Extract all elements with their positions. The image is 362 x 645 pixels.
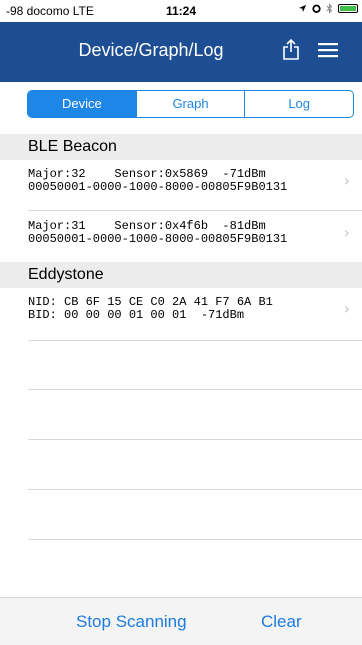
- row-separator: [28, 489, 362, 490]
- device-row[interactable]: Major:32 Sensor:0x5869 -71dBm 00050001-0…: [0, 168, 362, 198]
- clear-button[interactable]: Clear: [261, 612, 302, 632]
- bottom-toolbar: Stop Scanning Clear: [0, 597, 362, 645]
- alarm-icon: [312, 4, 321, 13]
- row-separator: [28, 210, 362, 211]
- section-header-eddystone: Eddystone: [0, 262, 362, 288]
- device-row[interactable]: Major:31 Sensor:0x4f6b -81dBm 00050001-0…: [0, 220, 362, 250]
- row-separator: [28, 539, 362, 540]
- row-separator: [28, 389, 362, 390]
- chevron-right-icon: ›: [343, 223, 350, 242]
- menu-icon[interactable]: [318, 42, 338, 58]
- stop-scanning-button[interactable]: Stop Scanning: [76, 612, 187, 632]
- chevron-right-icon: ›: [343, 299, 350, 318]
- status-bar: -98 docomo LTE 11:24: [0, 0, 362, 22]
- section-header-ble-beacon: BLE Beacon: [0, 134, 362, 160]
- nav-bar: Device/Graph/Log: [0, 22, 362, 82]
- chevron-right-icon: ›: [343, 171, 350, 190]
- nav-title: Device/Graph/Log: [78, 40, 224, 60]
- view-segmented-control: Device Graph Log: [27, 90, 354, 118]
- share-icon[interactable]: [280, 38, 302, 62]
- device-row[interactable]: NID: CB 6F 15 CE C0 2A 41 F7 6A B1 BID: …: [0, 296, 362, 326]
- bluetooth-icon: [326, 3, 333, 14]
- segment-device[interactable]: Device: [28, 91, 136, 117]
- location-arrow-icon: [298, 4, 307, 13]
- segment-graph[interactable]: Graph: [135, 91, 245, 117]
- device-row-line2: 00050001-0000-1000-8000-00805F9B0131: [28, 232, 288, 246]
- status-icons: [298, 3, 358, 14]
- segment-log[interactable]: Log: [244, 91, 353, 117]
- battery-icon: [338, 4, 358, 13]
- device-row-line2: BID: 00 00 00 01 00 01 -71dBm: [28, 308, 245, 322]
- row-separator: [28, 439, 362, 440]
- device-row-line2: 00050001-0000-1000-8000-00805F9B0131: [28, 180, 288, 194]
- row-separator: [28, 340, 362, 341]
